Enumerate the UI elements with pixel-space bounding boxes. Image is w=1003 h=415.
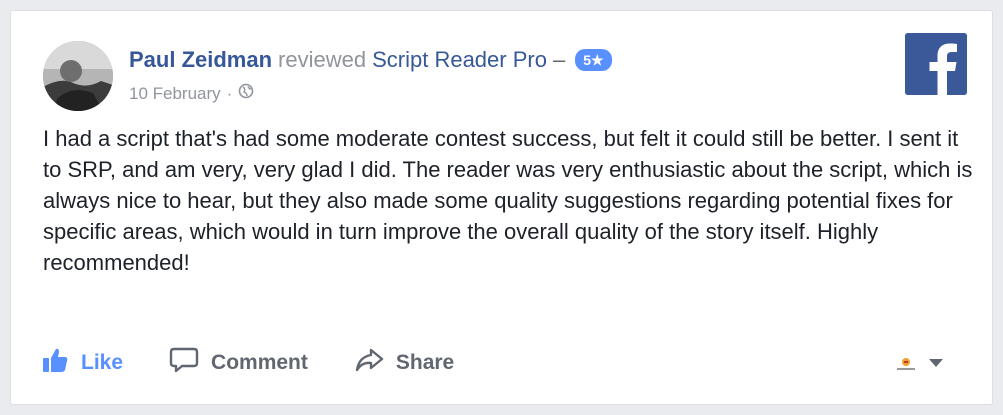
- page-avatar-icon: [895, 356, 917, 372]
- comment-label: Comment: [211, 351, 308, 374]
- author-name[interactable]: Paul Zeidman: [129, 47, 272, 73]
- post-as-selector[interactable]: [895, 355, 943, 373]
- action-text: reviewed: [278, 47, 367, 72]
- like-button[interactable]: Like: [41, 346, 123, 380]
- post-date[interactable]: 10 February: [129, 84, 221, 104]
- post-body: I had a script that's had some moderate …: [43, 126, 973, 275]
- avatar[interactable]: [43, 41, 113, 111]
- comment-bubble-icon: [169, 346, 211, 380]
- chevron-down-icon: [929, 355, 943, 373]
- share-arrow-icon: [354, 346, 396, 380]
- rating-badge: 5★: [575, 49, 612, 71]
- page-name[interactable]: Script Reader Pro: [372, 47, 547, 73]
- post-header: Paul Zeidman reviewed Script Reader Pro …: [129, 47, 612, 73]
- avatar-image: [43, 41, 113, 111]
- comment-button[interactable]: Comment: [169, 346, 308, 380]
- facebook-logo-icon[interactable]: [905, 33, 967, 95]
- globe-icon: [238, 83, 254, 104]
- share-button[interactable]: Share: [354, 346, 454, 380]
- share-label: Share: [395, 351, 455, 374]
- review-card: Paul Zeidman reviewed Script Reader Pro …: [10, 10, 993, 405]
- like-label: Like: [81, 351, 124, 374]
- thumbs-up-icon: [41, 346, 81, 380]
- meta-separator: ·: [226, 83, 233, 103]
- action-bar: Like Comment Share: [41, 343, 500, 383]
- post-meta: 10 February ·: [129, 83, 254, 104]
- header-separator: –: [552, 47, 566, 72]
